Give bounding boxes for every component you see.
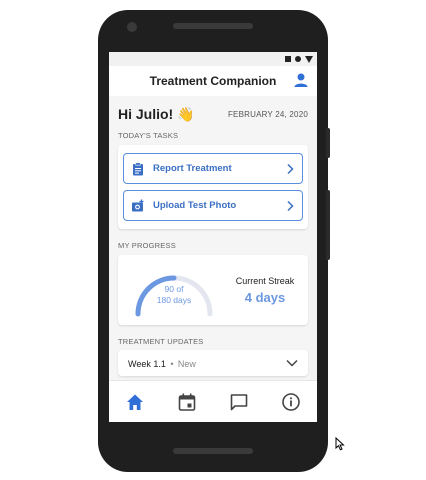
volume-button bbox=[326, 190, 330, 260]
chevron-down-icon[interactable] bbox=[286, 359, 298, 367]
status-dot-icon bbox=[295, 56, 301, 62]
tasks-section-label: TODAY'S TASKS bbox=[118, 131, 179, 140]
date-label: FEBRUARY 24, 2020 bbox=[227, 110, 308, 119]
phone-screen: Treatment Companion Hi Julio! 👋 FEBRUARY… bbox=[109, 52, 317, 422]
profile-icon[interactable] bbox=[293, 72, 309, 88]
status-triangle-icon bbox=[305, 55, 313, 63]
calendar-icon[interactable] bbox=[176, 391, 198, 413]
progress-section-label: MY PROGRESS bbox=[118, 241, 176, 250]
streak-value: 4 days bbox=[244, 289, 286, 305]
speaker-grille bbox=[173, 23, 253, 29]
chevron-right-icon bbox=[287, 200, 294, 211]
status-square-icon bbox=[285, 56, 291, 62]
greeting-text: Hi Julio! 👋 bbox=[118, 106, 195, 122]
updates-section-label: TREATMENT UPDATES bbox=[118, 337, 204, 346]
clipboard-icon bbox=[133, 162, 143, 175]
front-camera bbox=[127, 22, 137, 32]
bottom-speaker bbox=[173, 448, 253, 454]
new-badge: New bbox=[177, 359, 196, 369]
power-button bbox=[326, 128, 330, 158]
main-content: Hi Julio! 👋 FEBRUARY 24, 2020 TODAY'S TA… bbox=[109, 96, 317, 386]
status-bar bbox=[109, 52, 317, 66]
progress-card: 90 of 180 days Current Streak 4 days bbox=[118, 255, 308, 325]
progress-count: 90 of 180 days bbox=[126, 284, 222, 306]
bottom-navigation bbox=[109, 380, 317, 422]
app-bar: Treatment Companion bbox=[109, 66, 317, 96]
report-treatment-button[interactable]: Report Treatment bbox=[123, 153, 303, 184]
week-label: Week 1.1 bbox=[128, 359, 166, 369]
progress-count-line1: 90 of bbox=[164, 284, 184, 294]
progress-count-line2: 180 days bbox=[156, 295, 192, 305]
streak-block: Current Streak 4 days bbox=[222, 276, 308, 305]
greeting-row: Hi Julio! 👋 FEBRUARY 24, 2020 bbox=[109, 96, 317, 127]
tasks-card: Report Treatment Upload Test Photo bbox=[118, 145, 308, 229]
app-title: Treatment Companion bbox=[149, 74, 277, 88]
report-treatment-label: Report Treatment bbox=[153, 163, 232, 174]
add-photo-icon bbox=[132, 199, 144, 211]
home-icon[interactable] bbox=[124, 391, 146, 413]
treatment-update-item[interactable]: Week 1.1 • New bbox=[118, 350, 308, 376]
upload-test-photo-button[interactable]: Upload Test Photo bbox=[123, 190, 303, 221]
chat-icon[interactable] bbox=[228, 391, 250, 413]
upload-test-photo-label: Upload Test Photo bbox=[153, 200, 237, 211]
info-icon[interactable] bbox=[280, 391, 302, 413]
chevron-right-icon bbox=[287, 163, 294, 174]
streak-label: Current Streak bbox=[235, 275, 295, 286]
mouse-cursor-icon bbox=[335, 437, 345, 451]
progress-gauge: 90 of 180 days bbox=[126, 260, 222, 320]
separator-dot: • bbox=[170, 359, 174, 369]
